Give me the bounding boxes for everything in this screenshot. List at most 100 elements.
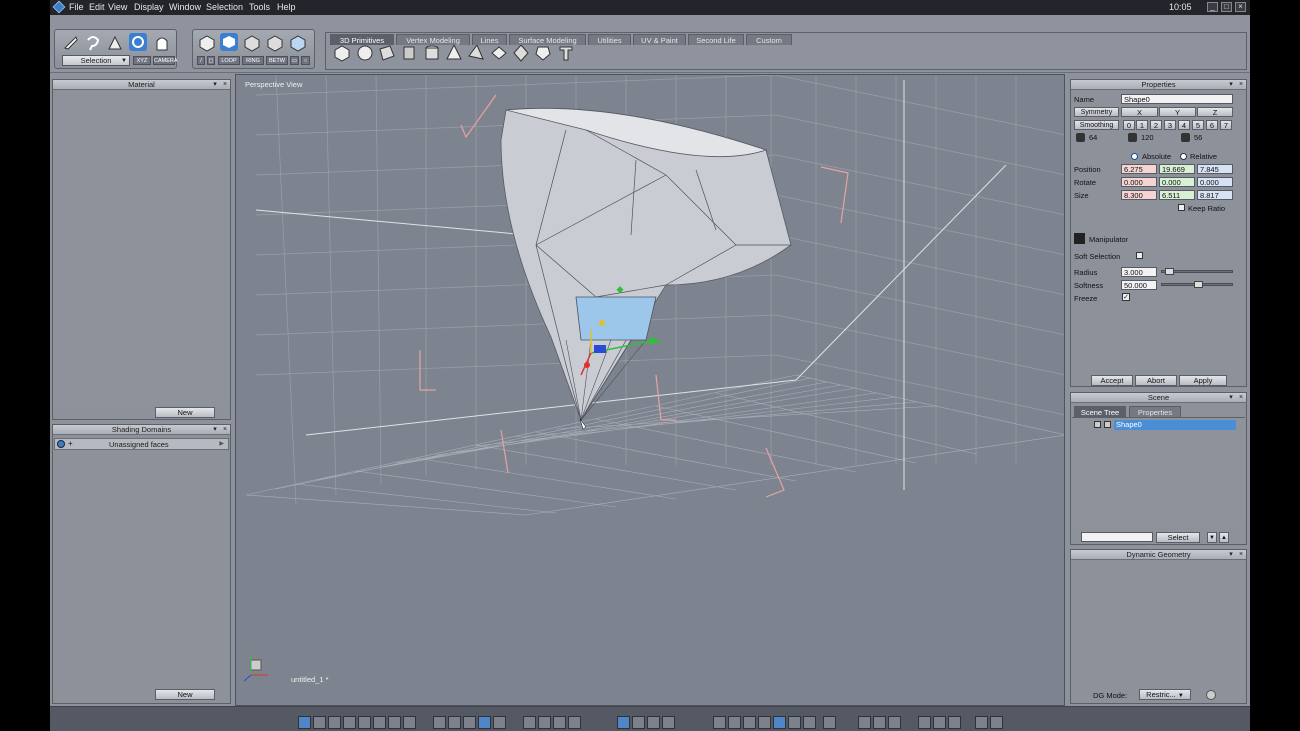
smoothing-level-5[interactable]: 5 (1192, 120, 1204, 130)
gem-primitive-icon[interactable] (534, 44, 552, 62)
position-z-field[interactable]: 7.845 (1197, 164, 1233, 174)
display-mode-icon[interactable] (858, 716, 871, 729)
selection-mode-dropdown[interactable]: Selection ▼ (62, 55, 130, 66)
symmetry-button[interactable]: Symmetry (1074, 107, 1119, 117)
material-shade-icon[interactable] (788, 716, 801, 729)
keep-ratio-checkbox[interactable] (1178, 204, 1185, 211)
close-button[interactable]: × (1235, 2, 1246, 12)
tab-uv-paint[interactable]: UV & Paint (633, 34, 686, 45)
grid-toggle-icon[interactable] (433, 716, 446, 729)
symmetry-x[interactable]: X (1121, 107, 1158, 117)
edge-mode-icon[interactable] (243, 34, 261, 52)
layout-vsplit-icon[interactable] (358, 716, 371, 729)
backface-icon[interactable] (888, 716, 901, 729)
panel-close-icon[interactable]: × (221, 81, 229, 89)
xyz-toggle[interactable]: XYZ (133, 56, 151, 65)
layout-rows-icon[interactable] (403, 716, 416, 729)
rotate-x-field[interactable]: 0.000 (1121, 177, 1157, 187)
perspective-viewport[interactable]: Perspective View untitled_1 * (235, 74, 1065, 706)
panel-close-icon[interactable]: × (221, 426, 229, 434)
plane-primitive-icon[interactable] (378, 44, 396, 62)
cube-primitive-icon[interactable] (333, 44, 351, 62)
flat-shade-icon[interactable] (743, 716, 756, 729)
smoothing-level-0[interactable]: 0 (1123, 120, 1135, 130)
hidden-line-icon[interactable] (728, 716, 741, 729)
tab-lines[interactable]: Lines (472, 34, 507, 45)
smoothing-level-6[interactable]: 6 (1206, 120, 1218, 130)
menu-edit[interactable]: Edit (89, 2, 105, 12)
dolly-icon[interactable] (662, 716, 675, 729)
ring-button[interactable]: RING (242, 56, 264, 65)
menu-help[interactable]: Help (277, 2, 296, 12)
render-shade-icon[interactable] (803, 716, 816, 729)
scene-filter-input[interactable] (1081, 532, 1153, 542)
snap-icon[interactable] (463, 716, 476, 729)
panel-menu-icon[interactable]: ▾ (1227, 551, 1235, 559)
eye-icon[interactable] (568, 716, 581, 729)
panel-menu-icon[interactable]: ▾ (1227, 81, 1235, 89)
name-field[interactable]: Shape0 (1121, 94, 1233, 104)
object-mode-icon[interactable] (198, 34, 216, 52)
mesh-shape0[interactable] (500, 107, 792, 421)
camera-view-icon[interactable] (448, 716, 461, 729)
shrink-toggle[interactable]: ○ (301, 56, 310, 65)
panel-menu-icon[interactable]: ▾ (211, 426, 219, 434)
menu-window[interactable]: Window (169, 2, 201, 12)
layout-single-icon[interactable] (298, 716, 311, 729)
face-mode-icon[interactable] (220, 33, 238, 51)
smoothing-level-3[interactable]: 3 (1164, 120, 1176, 130)
paint-settings-icon[interactable] (948, 716, 961, 729)
chevron-right-icon[interactable]: ▶ (219, 440, 224, 447)
text-primitive-icon[interactable] (557, 44, 575, 62)
smooth-shade-icon[interactable] (758, 716, 771, 729)
tab-surface-modeling[interactable]: Surface Modeling (509, 34, 586, 45)
cylinder-primitive-icon[interactable] (423, 44, 441, 62)
layout-hsplit-icon[interactable] (373, 716, 386, 729)
brush-select-icon[interactable] (106, 34, 124, 52)
rotate-view-icon[interactable] (647, 716, 660, 729)
minimize-button[interactable]: _ (1207, 2, 1218, 12)
radius-field[interactable]: 3.000 (1121, 267, 1157, 277)
radius-slider[interactable] (1161, 268, 1233, 275)
tab-second-life[interactable]: Second Life (688, 34, 744, 45)
panel-close-icon[interactable]: × (1237, 394, 1245, 402)
menu-tools[interactable]: Tools (249, 2, 270, 12)
dg-toggle-icon[interactable] (1206, 690, 1216, 700)
ghost-select-icon[interactable] (153, 34, 171, 52)
smoothing-level-2[interactable]: 2 (1150, 120, 1162, 130)
material-list[interactable] (54, 91, 229, 405)
size-y-field[interactable]: 6.511 (1159, 190, 1195, 200)
camera-snapshot-icon[interactable] (990, 716, 1003, 729)
fit-view-icon[interactable] (523, 716, 536, 729)
pen-toggle[interactable]: / (197, 56, 205, 65)
material-new-button[interactable]: New (155, 407, 215, 418)
shading-new-button[interactable]: New (155, 689, 215, 700)
accept-button[interactable]: Accept (1091, 375, 1133, 386)
tab-3d-primitives[interactable]: 3D Primitives (330, 34, 394, 45)
move-view-icon[interactable] (538, 716, 551, 729)
between-button[interactable]: BETW (266, 56, 288, 65)
abort-button[interactable]: Abort (1135, 375, 1177, 386)
maximize-button[interactable]: □ (1221, 2, 1232, 12)
tab-utilities[interactable]: Utilities (588, 34, 631, 45)
camera-toggle[interactable]: CAMERA (153, 56, 178, 65)
layout-quad-icon[interactable] (313, 716, 326, 729)
layout-columns-icon[interactable] (388, 716, 401, 729)
softness-field[interactable]: 50.000 (1121, 280, 1157, 290)
lasso-icon[interactable] (84, 34, 102, 52)
relative-radio[interactable] (1180, 153, 1187, 160)
sphere-primitive-icon[interactable] (356, 44, 374, 62)
rotate-z-field[interactable]: 0.000 (1197, 177, 1233, 187)
radius-slider-handle[interactable] (1165, 268, 1174, 275)
symmetry-z[interactable]: Z (1197, 107, 1233, 117)
scene-select-button[interactable]: Select (1156, 532, 1200, 543)
position-y-field[interactable]: 19.669 (1159, 164, 1195, 174)
layout-split-icon[interactable] (328, 716, 341, 729)
zoom-icon[interactable] (553, 716, 566, 729)
tab-scene-properties[interactable]: Properties (1129, 406, 1181, 417)
pyramid-primitive-icon[interactable] (467, 44, 485, 62)
rotate-y-field[interactable]: 0.000 (1159, 177, 1195, 187)
paint-select-icon[interactable] (129, 33, 147, 51)
smoothing-level-1[interactable]: 1 (1136, 120, 1148, 130)
manipulate-icon[interactable] (617, 716, 630, 729)
